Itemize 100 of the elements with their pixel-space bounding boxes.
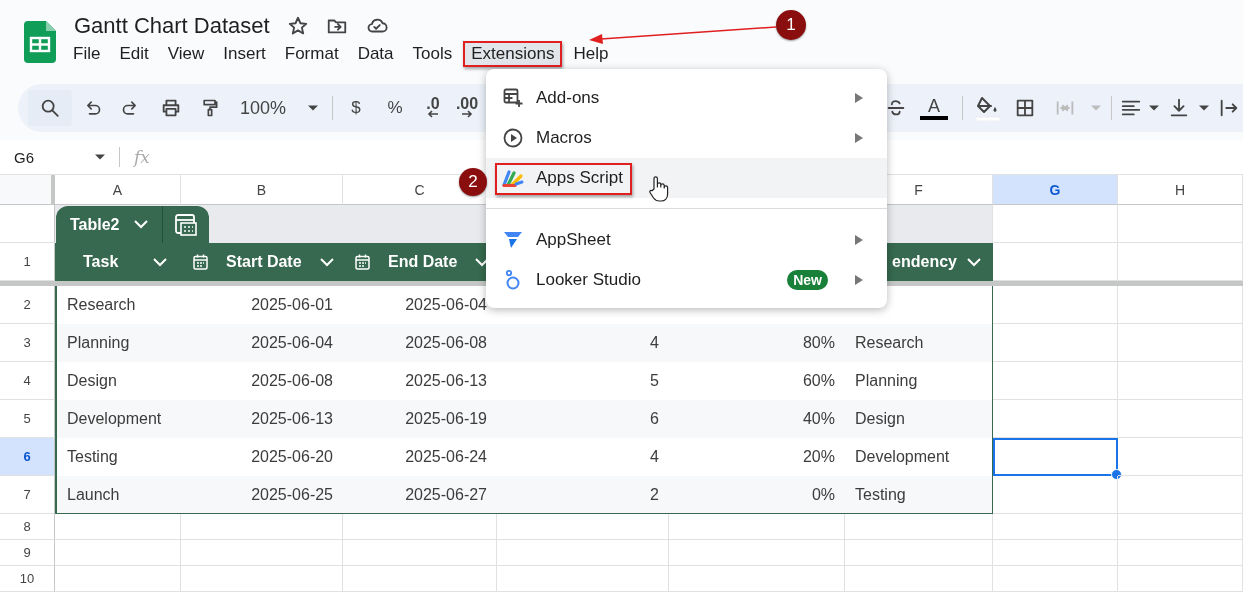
menu-item[interactable]: File xyxy=(65,41,109,67)
grid-cell[interactable] xyxy=(669,514,845,540)
table-cell: Development xyxy=(55,400,181,438)
caret-icon xyxy=(308,105,319,111)
grid-cell[interactable] xyxy=(993,566,1118,592)
grid-cell[interactable] xyxy=(845,514,993,540)
row-header[interactable]: 2 xyxy=(0,286,55,324)
grid-cell[interactable] xyxy=(993,476,1118,514)
menu-item[interactable]: Format xyxy=(276,41,347,67)
currency-button[interactable]: $ xyxy=(337,90,375,126)
table-cell-text: 2025-06-13 xyxy=(404,371,488,391)
grid-cell[interactable] xyxy=(181,540,343,566)
table-cell-text: 2025-06-20 xyxy=(250,447,334,467)
row-header[interactable]: 9 xyxy=(0,540,55,566)
grid-cell[interactable] xyxy=(669,540,845,566)
table-cell-text: 2025-06-24 xyxy=(404,447,488,467)
table-cell: 2025-06-19 xyxy=(343,400,497,438)
grid-cell[interactable] xyxy=(1118,362,1243,400)
grid-cell[interactable] xyxy=(845,540,993,566)
row-header[interactable]: 10 xyxy=(0,566,55,592)
grid-cell[interactable] xyxy=(669,566,845,592)
menu-item[interactable]: Extensions xyxy=(463,41,563,67)
grid-cell[interactable] xyxy=(1118,400,1243,438)
table-cell: 80% xyxy=(669,324,845,362)
grid-cell[interactable] xyxy=(1118,476,1243,514)
function-label: fx xyxy=(134,147,150,167)
menu-item[interactable]: Looker Studio New xyxy=(486,260,887,300)
grid-cell[interactable] xyxy=(1118,205,1243,243)
menu-item[interactable]: View xyxy=(159,41,213,67)
menu-item[interactable]: Tools xyxy=(404,41,461,67)
grid-cell[interactable] xyxy=(55,566,181,592)
grid-cell[interactable] xyxy=(55,540,181,566)
chevron-down-icon xyxy=(967,257,981,267)
grid-cell[interactable] xyxy=(181,514,343,540)
grid-cell[interactable] xyxy=(993,286,1118,324)
search-button[interactable] xyxy=(28,90,72,126)
menu-item[interactable]: Add-ons xyxy=(486,78,887,118)
grid-cell[interactable] xyxy=(1118,286,1243,324)
row-header[interactable]: 4 xyxy=(0,362,55,400)
table-cell: Testing xyxy=(845,476,993,514)
grid-cell[interactable] xyxy=(1118,566,1243,592)
grid-cell[interactable] xyxy=(181,566,343,592)
grid-cell[interactable] xyxy=(993,514,1118,540)
column-header[interactable]: H xyxy=(1118,175,1243,205)
menu-item[interactable]: Macros xyxy=(486,118,887,158)
script-icon xyxy=(502,168,524,188)
grid-cell[interactable] xyxy=(993,400,1118,438)
grid-cell[interactable] xyxy=(1118,514,1243,540)
grid-cell[interactable] xyxy=(1118,540,1243,566)
increase-decimals-button[interactable]: .00 xyxy=(451,90,483,126)
grid-cell[interactable] xyxy=(1118,243,1243,281)
table-cell-text: 2025-06-04 xyxy=(404,295,488,315)
column-header[interactable]: B xyxy=(181,175,343,205)
grid-cell[interactable] xyxy=(993,205,1118,243)
table-cell-text: 5 xyxy=(649,371,660,391)
document-title[interactable]: Gantt Chart Dataset xyxy=(74,13,270,39)
decrease-decimals-button[interactable]: .0 xyxy=(415,90,451,126)
new-badge: New xyxy=(787,270,828,290)
table-cell-text: 2025-06-08 xyxy=(250,371,334,391)
grid-cell[interactable] xyxy=(1118,324,1243,362)
caret-icon xyxy=(1199,105,1209,111)
grid-cell[interactable] xyxy=(845,566,993,592)
grid-cell[interactable] xyxy=(497,514,669,540)
table-cell: 2025-06-13 xyxy=(181,400,343,438)
grid-cell[interactable] xyxy=(1118,438,1243,476)
grid-cell[interactable] xyxy=(993,243,1118,281)
zoom-dropdown[interactable]: 100% xyxy=(228,90,328,126)
grid-cell[interactable] xyxy=(993,540,1118,566)
row-header[interactable]: 8 xyxy=(0,514,55,540)
menu-item[interactable]: Data xyxy=(349,41,402,67)
table-cell-text: 2025-06-01 xyxy=(250,295,334,315)
percent-button[interactable]: % xyxy=(375,90,415,126)
column-header[interactable]: G xyxy=(993,175,1118,205)
name-box[interactable]: G6 xyxy=(0,143,105,171)
grid-cell[interactable] xyxy=(343,540,497,566)
play-circle-icon xyxy=(503,128,523,148)
text-color-button[interactable]: A xyxy=(914,90,954,126)
menu-item[interactable]: AppSheet xyxy=(486,220,887,260)
grid-cell[interactable] xyxy=(343,514,497,540)
grid-cell[interactable] xyxy=(993,324,1118,362)
star-icon xyxy=(286,15,309,37)
menu-item[interactable]: Apps Script xyxy=(486,158,887,198)
menu-item[interactable]: Insert xyxy=(215,41,274,67)
grid-cell[interactable] xyxy=(497,540,669,566)
row-header[interactable]: 6 xyxy=(0,438,55,476)
column-title: Task xyxy=(83,253,119,271)
grid-cell[interactable] xyxy=(497,566,669,592)
table-cell: 2025-06-25 xyxy=(181,476,343,514)
cell-reference: G6 xyxy=(14,148,34,166)
menu-item[interactable]: Edit xyxy=(111,41,157,67)
menu-item[interactable]: Help xyxy=(565,41,617,67)
table-cell: 2025-06-08 xyxy=(343,324,497,362)
grid-cell[interactable] xyxy=(55,514,181,540)
fill-handle[interactable] xyxy=(1111,469,1122,480)
column-title: Start Date xyxy=(226,253,302,271)
select-all-corner[interactable] xyxy=(0,175,55,205)
grid-cell[interactable] xyxy=(993,362,1118,400)
grid-cell[interactable] xyxy=(343,566,497,592)
column-header[interactable]: A xyxy=(55,175,181,205)
table-name-button[interactable]: Table2 xyxy=(56,206,162,243)
